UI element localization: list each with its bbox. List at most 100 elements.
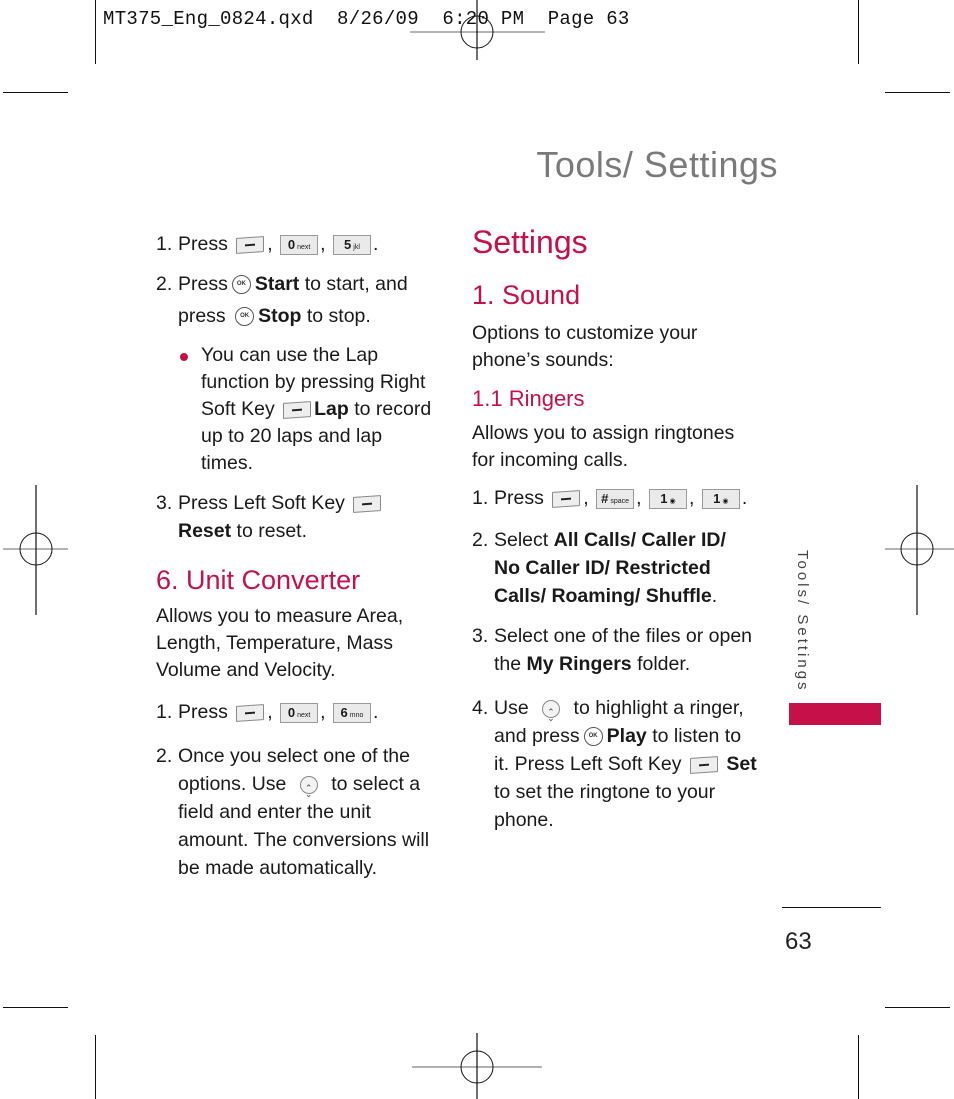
step-text: Use [494,697,529,719]
ringers-heading: 1.1 Ringers [472,386,585,411]
key-letters: next [297,243,311,251]
stopwatch-step-2: 2. Press OK Start to start, and press OK St… [156,270,436,330]
left-soft-key-icon [689,755,718,774]
step-text: to set the ringtone to your phone. [494,781,716,831]
step-number: 1. [472,487,489,509]
step-text: Press [178,701,228,723]
stopwatch-step-1: 1. Press , 0 next, 5 jkl. [156,230,436,258]
my-ringers-label: My Ringers [526,653,632,675]
settings-heading: Settings [472,224,588,260]
page-number: 63 [785,928,812,955]
stop-label: Stop [258,305,302,327]
step-number: 3. [472,625,489,647]
page-number-rule [782,907,881,909]
step-text: Press Left Soft Key [178,492,345,514]
key-5-jkl-icon: 5 jkl [332,234,371,255]
key-letters: space [610,497,630,505]
key-digit: # [601,490,609,506]
right-column: Settings 1. Sound Options to customize y… [472,222,757,846]
key-digit: 1 [660,490,668,506]
ok-key-icon: OK [235,307,255,327]
unit-converter-step-1: 1. Press , 0 next, 6 mno. [156,698,436,726]
crop-mark-top-left-h [3,92,68,94]
key-letters: next [297,711,311,719]
sound-heading: 1. Sound [472,280,581,310]
key-0-next-icon: 0 next [280,234,319,255]
crop-mark-top-left-v [95,0,97,64]
right-soft-key-icon [283,400,312,419]
step-number: 2. [156,273,173,295]
start-label: Start [254,273,300,295]
crop-mark-bottom-right-h [885,1007,950,1009]
step-text: . [711,585,718,607]
unit-converter-description: Allows you to measure Area, Length, Temp… [156,605,404,681]
reset-label: Reset [178,520,232,542]
side-section-tab [789,703,881,725]
step-number: 2. [472,529,489,551]
voicemail-icon: ◉ [669,497,676,505]
crop-mark-bottom-right-v [858,1035,860,1099]
step-number: 1. [156,701,173,723]
step-text: press [178,305,226,327]
unit-converter-step-2: 2. Once you select one of the options. U… [156,742,436,882]
key-1-voicemail-icon: 1 ◉ [701,488,740,509]
ringers-description: Allows you to assign ringtones for incom… [472,422,735,471]
step-text: to reset. [236,520,307,542]
ringers-step-2: 2. Select All Calls/ Caller ID/ No Calle… [472,526,757,610]
ok-key-icon: OK [231,275,251,295]
step-text: to start, and [304,273,408,295]
step-text: folder. [637,653,691,675]
step-text: to stop. [306,305,371,327]
key-digit: 0 [287,236,296,252]
play-label: Play [606,725,647,747]
key-hash-space-icon: # space [596,488,635,509]
page-title: Tools/ Settings [536,144,778,185]
key-digit: 5 [344,236,352,252]
registration-mark-bottom [412,1033,542,1099]
registration-mark-top [410,0,545,60]
voicemail-icon: ◉ [722,497,729,505]
left-soft-key-icon [236,235,265,254]
bullet-icon [180,353,188,361]
ringers-step-3: 3. Select one of the files or open the M… [472,622,757,678]
ringers-step-4: 4. Use to highlight a ringer, and pressO… [472,694,757,834]
step-text: . [372,701,379,723]
key-letters: jkl [353,243,360,251]
lap-label: Lap [314,398,349,420]
step-number: 2. [156,745,173,767]
key-digit: 0 [287,704,296,720]
key-letters: mno [349,711,364,719]
key-digit: 6 [340,704,348,720]
crop-mark-top-right-h [885,92,950,94]
left-soft-key-icon [353,494,382,513]
left-soft-key-icon [236,703,265,722]
left-soft-key-icon [552,489,581,508]
step-number: 1. [156,233,173,255]
navigation-key-icon [299,774,318,808]
step-text: Press [178,273,228,295]
navigation-key-icon [542,698,561,732]
sound-description: Options to customize your phone’s sounds… [472,322,698,371]
set-label: Set [726,753,757,775]
crop-mark-bottom-left-v [95,1035,97,1099]
registration-mark-right [885,485,954,615]
crop-mark-top-right-v [858,0,860,64]
step-text: . [372,233,379,255]
stopwatch-step-3: 3. Press Left Soft Key Reset to reset. [156,489,436,545]
left-column: 1. Press , 0 next, 5 jkl. 2. Press OK Start … [156,230,436,894]
ringers-step-1: 1. Press , # space, 1 ◉, 1 ◉. [472,484,757,512]
step-text: Press [178,233,228,255]
ok-key-icon: OK [583,727,603,747]
key-digit: 1 [713,490,721,506]
step-text: Press [494,487,544,509]
key-6-mno-icon: 6 mno [332,702,371,723]
step-number: 4. [472,697,489,719]
printer-slug: MT375_Eng_0824.qxd 8/26/09 6:20 PM Page … [103,8,630,30]
step-text: Select [494,529,549,551]
lap-bullet: You can use the Lap function by pressing… [156,342,436,477]
slug-page: Page 63 [547,8,630,30]
crop-mark-bottom-left-h [3,1007,68,1009]
unit-converter-heading: 6. Unit Converter [156,565,361,595]
side-section-label: Tools/ Settings [794,550,811,693]
slug-filename: MT375_Eng_0824.qxd [103,8,314,30]
